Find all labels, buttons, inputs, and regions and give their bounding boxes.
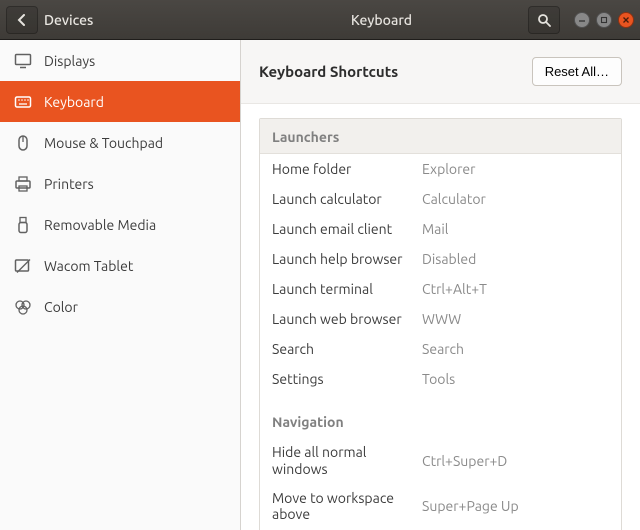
mouse-icon: [14, 134, 32, 152]
color-icon: [14, 298, 32, 316]
shortcut-label: Launch terminal: [272, 281, 422, 298]
shortcut-scroll-pane[interactable]: LaunchersHome folderExplorerLaunch calcu…: [241, 104, 640, 530]
shortcut-value: Calculator: [422, 191, 609, 207]
sidebar-item-label: Removable Media: [44, 217, 156, 233]
keyboard-icon: [14, 93, 32, 111]
shortcut-row[interactable]: SettingsTools: [260, 364, 621, 394]
sidebar-item-mouse[interactable]: Mouse & Touchpad: [0, 122, 240, 163]
shortcut-label: Settings: [272, 371, 422, 388]
back-button[interactable]: [6, 6, 38, 34]
search-button[interactable]: [528, 6, 560, 34]
shortcut-row[interactable]: Launch calculatorCalculator: [260, 184, 621, 214]
sidebar-item-color[interactable]: Color: [0, 286, 240, 327]
headerbar-left-title: Devices: [44, 12, 93, 28]
printer-icon: [14, 175, 32, 193]
shortcut-label: Move to workspace above: [272, 490, 422, 524]
sidebar-item-displays[interactable]: Displays: [0, 40, 240, 81]
shortcut-row[interactable]: SearchSearch: [260, 334, 621, 364]
section-heading: Navigation: [260, 404, 621, 438]
shortcut-value: Ctrl+Alt+T: [422, 281, 609, 297]
shortcut-value: Ctrl+Super+D: [422, 453, 609, 469]
sidebar-item-keyboard[interactable]: Keyboard: [0, 81, 240, 122]
search-icon: [537, 13, 551, 27]
sidebar-item-removable[interactable]: Removable Media: [0, 204, 240, 245]
shortcut-row[interactable]: Move to workspace aboveSuper+Page Up: [260, 484, 621, 530]
tablet-icon: [14, 257, 32, 275]
shortcut-label: Launch help browser: [272, 251, 422, 268]
sidebar-item-printers[interactable]: Printers: [0, 163, 240, 204]
sidebar-item-label: Printers: [44, 176, 94, 192]
sidebar-item-label: Wacom Tablet: [44, 258, 133, 274]
shortcut-value: Super+Page Up: [422, 498, 609, 514]
headerbar-right: Keyboard: [241, 6, 640, 34]
shortcut-row[interactable]: Launch web browserWWW: [260, 304, 621, 334]
shortcut-row[interactable]: Hide all normal windowsCtrl+Super+D: [260, 438, 621, 484]
sidebar-item-label: Displays: [44, 53, 95, 69]
shortcut-value: Mail: [422, 221, 609, 237]
shortcut-label: Launch web browser: [272, 311, 422, 328]
display-icon: [14, 52, 32, 70]
shortcut-value: Search: [422, 341, 609, 357]
sidebar-item-label: Mouse & Touchpad: [44, 135, 163, 151]
shortcut-value: WWW: [422, 311, 609, 327]
shortcut-value: Tools: [422, 371, 609, 387]
headerbar-center-title: Keyboard: [241, 12, 522, 28]
sidebar-item-label: Color: [44, 299, 78, 315]
shortcut-row[interactable]: Launch terminalCtrl+Alt+T: [260, 274, 621, 304]
shortcut-label: Launch calculator: [272, 191, 422, 208]
headerbar-left: Devices: [0, 6, 241, 34]
content-header: Keyboard Shortcuts Reset All…: [241, 40, 640, 104]
shortcut-label: Search: [272, 341, 422, 358]
usb-icon: [14, 216, 32, 234]
window-maximize[interactable]: [596, 12, 612, 28]
headerbar: Devices Keyboard: [0, 0, 640, 40]
shortcut-label: Launch email client: [272, 221, 422, 238]
shortcut-value: Disabled: [422, 251, 609, 267]
chevron-left-icon: [16, 14, 28, 26]
shortcut-value: Explorer: [422, 161, 609, 177]
sidebar-item-wacom[interactable]: Wacom Tablet: [0, 245, 240, 286]
reset-all-button[interactable]: Reset All…: [532, 57, 622, 86]
section-heading: Launchers: [260, 119, 621, 154]
shortcut-row[interactable]: Launch help browserDisabled: [260, 244, 621, 274]
shortcut-label: Home folder: [272, 161, 422, 178]
content-panel: Keyboard Shortcuts Reset All… LaunchersH…: [241, 40, 640, 530]
window-minimize[interactable]: [574, 12, 590, 28]
content-heading: Keyboard Shortcuts: [259, 63, 532, 80]
shortcut-label: Hide all normal windows: [272, 444, 422, 478]
shortcut-row[interactable]: Launch email clientMail: [260, 214, 621, 244]
sidebar-item-label: Keyboard: [44, 94, 104, 110]
window-controls: [574, 12, 634, 28]
sidebar: Displays Keyboard Mouse & Touchpad Printers…: [0, 40, 241, 530]
window-close[interactable]: [618, 12, 634, 28]
shortcut-list: LaunchersHome folderExplorerLaunch calcu…: [259, 118, 622, 530]
shortcut-row[interactable]: Home folderExplorer: [260, 154, 621, 184]
